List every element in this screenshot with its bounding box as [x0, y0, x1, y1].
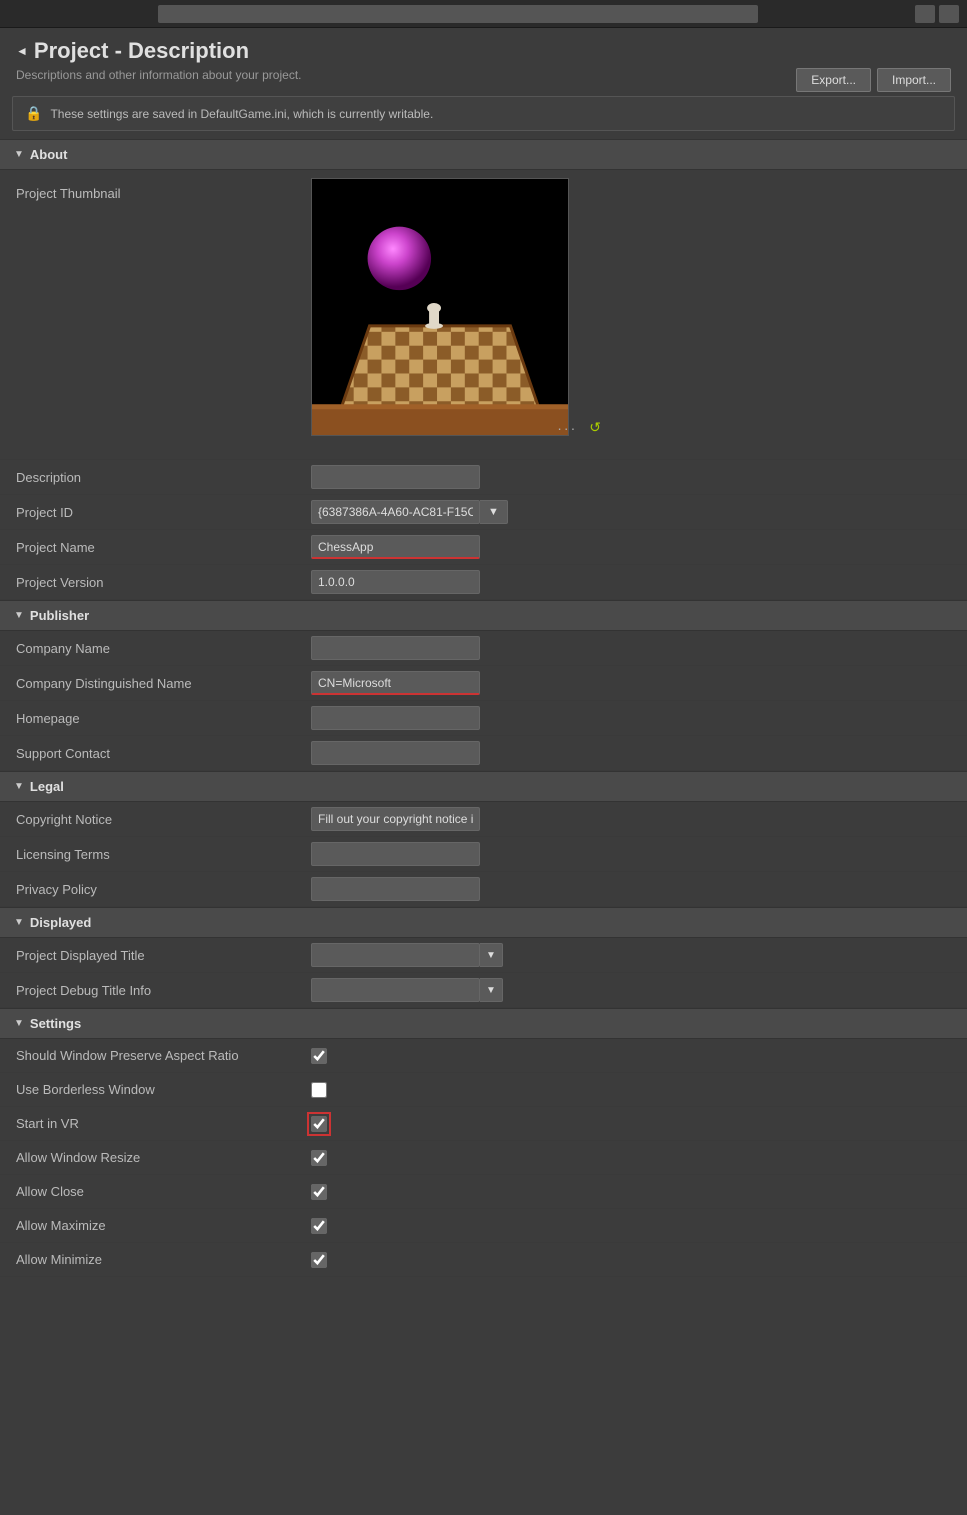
about-section-header[interactable]: ▼ About	[0, 139, 967, 170]
start-vr-checkbox[interactable]	[311, 1116, 327, 1132]
debug-title-input[interactable]	[311, 978, 480, 1002]
allow-close-label: Allow Close	[16, 1184, 311, 1199]
settings-section-header[interactable]: ▼ Settings	[0, 1008, 967, 1039]
allow-maximize-row: Allow Maximize	[0, 1209, 967, 1243]
privacy-row: Privacy Policy	[0, 872, 967, 907]
privacy-label: Privacy Policy	[16, 882, 311, 897]
about-section: ▼ About Project Thumbnail	[0, 139, 967, 600]
publisher-arrow-icon: ▼	[14, 610, 24, 621]
allow-maximize-label: Allow Maximize	[16, 1218, 311, 1233]
publisher-section: ▼ Publisher Company Name Company Disting…	[0, 600, 967, 771]
legal-arrow-icon: ▼	[14, 781, 24, 792]
company-name-input[interactable]	[311, 636, 480, 660]
debug-title-label: Project Debug Title Info	[16, 983, 311, 998]
licensing-input[interactable]	[311, 842, 480, 866]
copyright-input[interactable]	[311, 807, 480, 831]
company-name-row: Company Name	[0, 631, 967, 666]
project-version-row: Project Version	[0, 565, 967, 600]
company-dn-label: Company Distinguished Name	[16, 676, 311, 691]
settings-arrow-icon: ▼	[14, 1018, 24, 1029]
allow-maximize-checkbox[interactable]	[311, 1218, 327, 1234]
import-button[interactable]: Import...	[877, 68, 951, 92]
allow-close-checkbox[interactable]	[311, 1184, 327, 1200]
legal-section: ▼ Legal Copyright Notice Licensing Terms…	[0, 771, 967, 907]
company-name-label: Company Name	[16, 641, 311, 656]
description-row: Description	[0, 460, 967, 495]
lock-icon: 🔒	[25, 105, 42, 122]
allow-resize-label: Allow Window Resize	[16, 1150, 311, 1165]
licensing-row: Licensing Terms	[0, 837, 967, 872]
licensing-label: Licensing Terms	[16, 847, 311, 862]
company-dn-row: Company Distinguished Name	[0, 666, 967, 701]
project-name-label: Project Name	[16, 540, 311, 555]
debug-title-dropdown-button[interactable]: ▼	[480, 978, 503, 1002]
allow-minimize-label: Allow Minimize	[16, 1252, 311, 1267]
export-button[interactable]: Export...	[796, 68, 871, 92]
borderless-checkbox[interactable]	[311, 1082, 327, 1098]
privacy-input[interactable]	[311, 877, 480, 901]
project-name-row: Project Name	[0, 530, 967, 565]
homepage-label: Homepage	[16, 711, 311, 726]
about-arrow-icon: ▼	[14, 149, 24, 160]
displayed-title-dropdown-button[interactable]: ▼	[480, 943, 503, 967]
allow-resize-checkbox[interactable]	[311, 1150, 327, 1166]
thumbnail-refresh-icon[interactable]: ↺	[589, 419, 601, 436]
thumbnail-image[interactable]	[311, 178, 569, 436]
borderless-label: Use Borderless Window	[16, 1082, 311, 1097]
thumbnail-container: ··· ↺	[311, 178, 569, 436]
aspect-ratio-checkbox[interactable]	[311, 1048, 327, 1064]
project-id-row: Project ID ▼	[0, 495, 967, 530]
allow-close-row: Allow Close	[0, 1175, 967, 1209]
displayed-arrow-icon: ▼	[14, 917, 24, 928]
debug-title-row: Project Debug Title Info ▼	[0, 973, 967, 1008]
copyright-row: Copyright Notice	[0, 802, 967, 837]
support-input[interactable]	[311, 741, 480, 765]
start-vr-label: Start in VR	[16, 1116, 311, 1131]
settings-section: ▼ Settings Should Window Preserve Aspect…	[0, 1008, 967, 1277]
chess-scene-svg	[312, 178, 568, 436]
thumbnail-more-icon[interactable]: ···	[557, 420, 577, 436]
project-id-label: Project ID	[16, 505, 311, 520]
project-version-label: Project Version	[16, 575, 311, 590]
info-bar: 🔒 These settings are saved in DefaultGam…	[12, 96, 955, 131]
borderless-row: Use Borderless Window	[0, 1073, 967, 1107]
start-vr-row: Start in VR	[0, 1107, 967, 1141]
displayed-title-input[interactable]	[311, 943, 480, 967]
homepage-input[interactable]	[311, 706, 480, 730]
thumbnail-row: Project Thumbnail	[0, 170, 967, 460]
allow-resize-row: Allow Window Resize	[0, 1141, 967, 1175]
publisher-section-header[interactable]: ▼ Publisher	[0, 600, 967, 631]
description-label: Description	[16, 470, 311, 485]
allow-minimize-row: Allow Minimize	[0, 1243, 967, 1277]
copyright-label: Copyright Notice	[16, 812, 311, 827]
project-version-input[interactable]	[311, 570, 480, 594]
displayed-title-label: Project Displayed Title	[16, 948, 311, 963]
support-row: Support Contact	[0, 736, 967, 771]
displayed-section: ▼ Displayed Project Displayed Title ▼ Pr…	[0, 907, 967, 1008]
project-id-input[interactable]	[311, 500, 480, 524]
project-name-input[interactable]	[311, 535, 480, 559]
page-title: ◄ Project - Description	[16, 38, 951, 64]
displayed-title-row: Project Displayed Title ▼	[0, 938, 967, 973]
description-input[interactable]	[311, 465, 480, 489]
displayed-section-header[interactable]: ▼ Displayed	[0, 907, 967, 938]
aspect-ratio-label: Should Window Preserve Aspect Ratio	[16, 1048, 311, 1063]
homepage-row: Homepage	[0, 701, 967, 736]
project-id-dropdown-button[interactable]: ▼	[480, 500, 508, 524]
allow-minimize-checkbox[interactable]	[311, 1252, 327, 1268]
aspect-ratio-row: Should Window Preserve Aspect Ratio	[0, 1039, 967, 1073]
legal-section-header[interactable]: ▼ Legal	[0, 771, 967, 802]
title-arrow-icon: ◄	[16, 44, 28, 58]
support-label: Support Contact	[16, 746, 311, 761]
company-dn-input[interactable]	[311, 671, 480, 695]
thumbnail-label: Project Thumbnail	[16, 178, 311, 201]
